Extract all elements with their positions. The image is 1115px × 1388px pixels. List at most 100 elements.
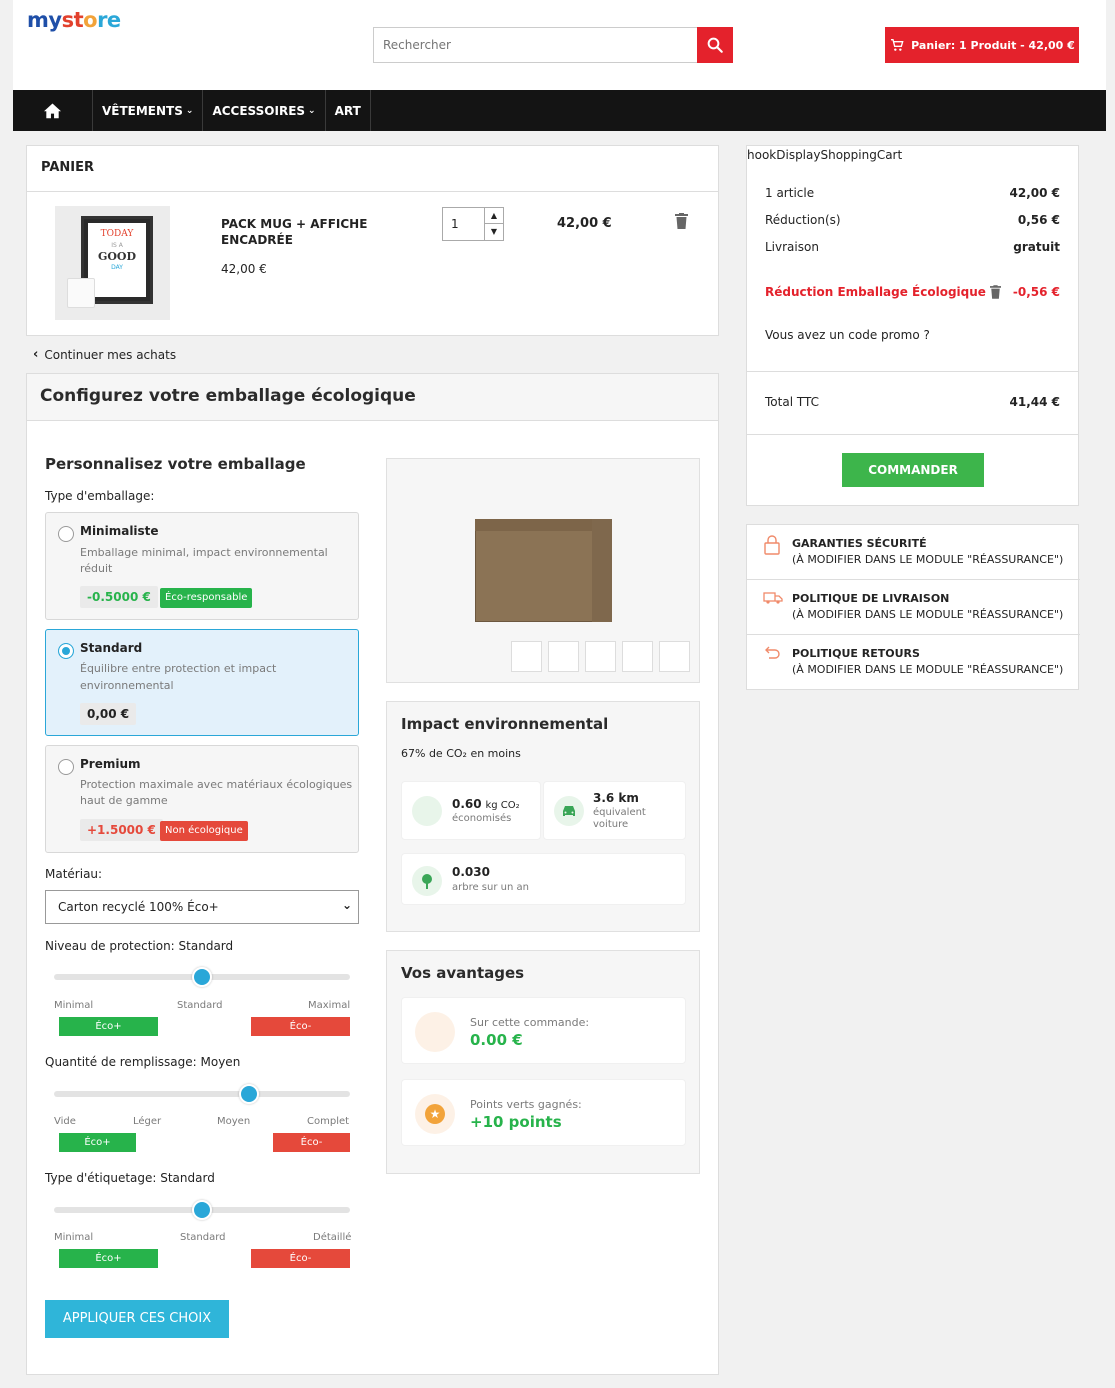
preview-thumbnail[interactable] bbox=[548, 641, 579, 672]
divider bbox=[27, 191, 718, 192]
co2-stat: 0.60 kg CO₂ économisés bbox=[401, 781, 541, 840]
mug-shape bbox=[67, 278, 95, 308]
return-icon bbox=[765, 646, 780, 659]
search-button[interactable] bbox=[697, 27, 733, 63]
eco-plus-badge: Éco+ bbox=[59, 1249, 158, 1268]
search-input[interactable] bbox=[374, 28, 694, 62]
cart-label: Panier: 1 Produit - 42,00 € bbox=[911, 38, 1075, 52]
articles-value: 42,00 € bbox=[1009, 186, 1060, 200]
labeling-label: Type d'étiquetage: Standard bbox=[45, 1171, 215, 1185]
tick-label: Standard bbox=[177, 1000, 223, 1011]
reduction-value: 0,56 € bbox=[1017, 213, 1060, 227]
truck-icon bbox=[763, 592, 783, 604]
star-icon: ★ bbox=[415, 1094, 455, 1134]
filling-slider-handle[interactable] bbox=[239, 1084, 260, 1104]
reassurance-item-returns: POLITIQUE RETOURS (À MODIFIER DANS LE MO… bbox=[747, 635, 1080, 690]
environmental-impact-panel: Impact environnemental 67% de CO₂ en moi… bbox=[386, 701, 700, 932]
nav-item-accessoires[interactable]: ACCESSOIRES ⌄ bbox=[203, 90, 326, 131]
order-button[interactable]: COMMANDER bbox=[842, 453, 984, 487]
total-value: 41,44 € bbox=[1009, 395, 1060, 409]
tick-label: Minimal bbox=[54, 1232, 94, 1243]
delete-icon[interactable] bbox=[989, 285, 1001, 299]
home-link[interactable] bbox=[13, 90, 93, 131]
material-select[interactable]: Carton recyclé 100% Éco+ ⌄ bbox=[45, 890, 359, 924]
site-header: mystore Panier: 1 Produit - 42,00 € bbox=[13, 0, 1106, 90]
cart-summary-panel: hookDisplayShoppingCart 1 article 42,00 … bbox=[746, 145, 1079, 506]
quantity-up-button[interactable]: ▲ bbox=[484, 208, 503, 224]
car-stat: 3.6 km équivalent voiture bbox=[543, 781, 686, 840]
co2-icon bbox=[412, 796, 442, 826]
home-icon bbox=[44, 103, 61, 119]
hook-label: hookDisplayShoppingCart bbox=[747, 148, 903, 162]
quantity-stepper: 1 ▲ ▼ bbox=[442, 207, 504, 241]
reassurance-item-shipping: POLITIQUE DE LIVRAISON (À MODIFIER DANS … bbox=[747, 580, 1080, 635]
preview-thumbnail[interactable] bbox=[585, 641, 616, 672]
product-total: 42,00 € bbox=[557, 216, 612, 231]
cart-panel: PANIER TODAY IS A GOOD DAY PACK MUG + AF… bbox=[26, 145, 719, 336]
preview-thumbnail[interactable] bbox=[622, 641, 653, 672]
cart-button[interactable]: Panier: 1 Produit - 42,00 € bbox=[885, 27, 1079, 63]
box-preview-image bbox=[475, 519, 612, 622]
eco-responsible-badge: Éco-responsable bbox=[160, 588, 253, 608]
tree-stat: 0.030 arbre sur un an bbox=[401, 853, 686, 905]
option-description: Emballage minimal, impact environnementa… bbox=[80, 546, 328, 575]
promo-code-link[interactable]: Vous avez un code promo ? bbox=[765, 328, 930, 342]
packaging-option-standard[interactable]: Standard Équilibre entre protection et i… bbox=[45, 629, 359, 736]
eco-reduction-label: Réduction Emballage Écologique bbox=[765, 285, 986, 299]
protection-slider-handle[interactable] bbox=[192, 967, 212, 987]
chevron-down-icon: ⌄ bbox=[308, 105, 316, 116]
chevron-left-icon: ‹ bbox=[33, 347, 39, 362]
chevron-down-icon: ⌄ bbox=[185, 105, 194, 116]
order-savings-stat: Sur cette commande: 0.00 € bbox=[401, 997, 686, 1064]
packaging-title: Configurez votre emballage écologique bbox=[40, 386, 416, 406]
option-name: Premium bbox=[80, 757, 141, 771]
radio-premium[interactable] bbox=[58, 759, 74, 775]
cart-title: PANIER bbox=[41, 160, 95, 175]
tick-label: Complet bbox=[307, 1116, 350, 1127]
nav-item-vetements[interactable]: VÊTEMENTS ⌄ bbox=[93, 90, 204, 131]
advantages-title: Vos avantages bbox=[401, 964, 525, 982]
lock-icon bbox=[764, 535, 780, 555]
product-name[interactable]: PACK MUG + AFFICHE ENCADRÉE bbox=[221, 216, 371, 248]
radio-minimaliste[interactable] bbox=[58, 526, 74, 542]
continue-shopping-link[interactable]: ‹ Continuer mes achats bbox=[33, 347, 176, 362]
preview-thumbnail[interactable] bbox=[511, 641, 542, 672]
labeling-slider-handle[interactable] bbox=[192, 1200, 212, 1220]
main-nav: VÊTEMENTS ⌄ ACCESSOIRES ⌄ ART bbox=[13, 90, 1106, 131]
quantity-down-button[interactable]: ▼ bbox=[484, 224, 503, 240]
option-description: Équilibre entre protection et impact env… bbox=[80, 662, 277, 692]
delete-icon[interactable] bbox=[675, 213, 688, 232]
tick-label: Vide bbox=[54, 1116, 76, 1127]
option-name: Standard bbox=[80, 641, 143, 655]
reassurance-panel: GARANTIES SÉCURITÉ (À MODIFIER DANS LE M… bbox=[746, 524, 1080, 690]
nav-item-art[interactable]: ART bbox=[326, 90, 371, 131]
filling-slider-track[interactable] bbox=[54, 1091, 350, 1097]
chevron-down-icon: ⌄ bbox=[341, 898, 352, 912]
tick-label: Standard bbox=[180, 1232, 226, 1243]
packaging-config-panel: Configurez votre emballage écologique Pe… bbox=[26, 373, 719, 1375]
tick-label: Moyen bbox=[217, 1116, 251, 1127]
packaging-subtitle: Personnalisez votre emballage bbox=[45, 455, 306, 473]
packaging-option-premium[interactable]: Premium Protection maximale avec matéria… bbox=[45, 745, 359, 853]
option-price: 0,00 € bbox=[80, 703, 137, 725]
tick-label: Maximal bbox=[308, 1000, 351, 1011]
search-icon bbox=[707, 37, 723, 53]
tick-label: Léger bbox=[133, 1116, 162, 1127]
preview-thumbnail[interactable] bbox=[659, 641, 690, 672]
option-name: Minimaliste bbox=[80, 524, 159, 538]
impact-title: Impact environnemental bbox=[401, 715, 609, 733]
product-image[interactable]: TODAY IS A GOOD DAY bbox=[55, 206, 170, 320]
shopping-cart-icon bbox=[891, 39, 904, 51]
eco-plus-badge: Éco+ bbox=[59, 1017, 158, 1036]
apply-choices-button[interactable]: APPLIQUER CES CHOIX bbox=[45, 1300, 229, 1338]
option-description: Protection maximale avec matériaux écolo… bbox=[80, 778, 353, 807]
store-logo[interactable]: mystore bbox=[27, 8, 121, 32]
packaging-option-minimaliste[interactable]: Minimaliste Emballage minimal, impact en… bbox=[45, 512, 359, 620]
packaging-preview bbox=[386, 458, 700, 683]
reassurance-item-security: GARANTIES SÉCURITÉ (À MODIFIER DANS LE M… bbox=[747, 525, 1080, 580]
option-price: -0.5000 € bbox=[80, 586, 158, 608]
impact-summary: 67% de CO₂ en moins bbox=[401, 747, 521, 760]
material-label: Matériau: bbox=[45, 867, 103, 881]
quantity-input[interactable]: 1 bbox=[451, 217, 459, 231]
radio-standard[interactable] bbox=[58, 643, 74, 659]
